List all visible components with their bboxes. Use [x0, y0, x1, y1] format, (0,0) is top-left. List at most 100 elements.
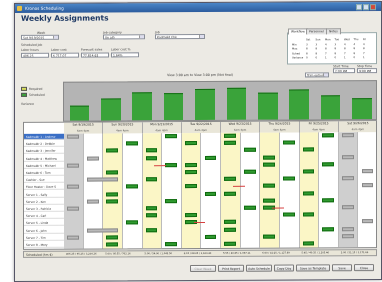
shift-block[interactable]: [224, 176, 236, 182]
day-header[interactable]: Sat 9/26/2015 4am 4pm: [338, 121, 377, 133]
shift-block[interactable]: [86, 156, 99, 161]
shift-block[interactable]: [165, 198, 178, 203]
maximize-button[interactable]: [363, 3, 369, 10]
shift-block[interactable]: [67, 185, 79, 190]
employee-row-label[interactable]: Kadmaldr 5 - Michael: [24, 162, 64, 169]
day-header[interactable]: Thu 9/24/2015 4am 4pm: [260, 121, 300, 133]
chevron-down-icon[interactable]: [53, 35, 58, 39]
save-template-button[interactable]: Save as Template: [296, 264, 330, 272]
day-column[interactable]: [260, 132, 280, 248]
save-button[interactable]: Save: [332, 264, 352, 272]
shift-block[interactable]: [184, 162, 197, 167]
employee-row-label[interactable]: Kadmaldr 4 - Matthew: [24, 155, 64, 162]
shift-block[interactable]: [361, 169, 374, 174]
day-column[interactable]: [64, 133, 84, 249]
employee-row-label[interactable]: Kadmaldr 1 - Andrew: [24, 133, 64, 140]
employee-row-label[interactable]: Server 4 - Carl: [24, 212, 64, 220]
tab-notes[interactable]: Notes: [326, 28, 341, 35]
shift-block[interactable]: [204, 155, 217, 160]
trim-options-select[interactable]: Trim options: [305, 72, 329, 78]
shift-block[interactable]: [145, 206, 158, 211]
shift-block[interactable]: [145, 227, 158, 232]
day-column[interactable]: [358, 132, 377, 248]
shift-block[interactable]: [341, 133, 354, 138]
shift-block[interactable]: [302, 147, 315, 152]
print-report-button[interactable]: Print Report: [218, 264, 244, 272]
shift-block[interactable]: [224, 241, 236, 246]
shift-block[interactable]: [145, 155, 158, 160]
shift-block[interactable]: [322, 226, 335, 231]
shift-block[interactable]: [263, 234, 276, 239]
start-time-field[interactable]: 2:00 PM: [333, 68, 355, 74]
shift-block[interactable]: [224, 133, 236, 138]
tab-workflow[interactable]: Workflow: [288, 28, 308, 35]
shift-block[interactable]: [67, 134, 79, 139]
copy-day-button[interactable]: Copy Day: [274, 264, 294, 272]
day-header[interactable]: Fri 9/25/2015 4am 4pm: [299, 121, 339, 133]
shift-block[interactable]: [126, 220, 138, 225]
day-header[interactable]: Wed 9/23/2015 4am 4pm: [221, 121, 261, 133]
job-select[interactable]: Kadmald Chk: [155, 33, 205, 40]
shift-block[interactable]: [302, 241, 315, 246]
tab-personnel[interactable]: Personnel: [306, 28, 327, 35]
shift-block[interactable]: [126, 184, 138, 189]
shift-block[interactable]: [106, 242, 119, 247]
shift-block[interactable]: [67, 206, 79, 211]
day-column[interactable]: [162, 133, 182, 249]
employee-row-label[interactable]: Floor Heater - Dave S: [24, 184, 64, 191]
employee-row-label[interactable]: Cashier - Sue: [24, 176, 64, 184]
shift-block[interactable]: [341, 205, 354, 210]
shift-block[interactable]: [361, 183, 374, 188]
shift-block[interactable]: [243, 148, 256, 153]
day-header[interactable]: Sun 9/20/2015 4am 4pm: [103, 122, 143, 134]
shift-block[interactable]: [341, 226, 354, 231]
employee-row-label[interactable]: Server 7 - Tim: [24, 234, 64, 241]
day-column[interactable]: [122, 133, 143, 249]
close-window-button[interactable]: [370, 3, 376, 10]
shift-block[interactable]: [302, 169, 315, 174]
shift-block[interactable]: [165, 162, 178, 167]
stop-time-field[interactable]: 9:00 PM: [357, 68, 377, 74]
shift-block[interactable]: [302, 212, 315, 217]
day-column[interactable]: [181, 132, 202, 249]
minimize-button[interactable]: [356, 3, 362, 10]
shift-block[interactable]: [283, 140, 295, 145]
chevron-down-icon[interactable]: [199, 34, 204, 38]
shift-block[interactable]: [224, 140, 236, 146]
shift-block[interactable]: [302, 190, 315, 196]
shift-block[interactable]: [165, 242, 178, 247]
shift-block[interactable]: [106, 170, 119, 175]
shift-block[interactable]: [283, 176, 295, 181]
job-category-select[interactable]: (In all): [103, 34, 145, 40]
employee-row-label[interactable]: Server 1 - Sally: [24, 191, 64, 198]
shift-block[interactable]: [341, 233, 354, 239]
employee-row-label[interactable]: Server 8 - Mary: [24, 241, 64, 248]
shift-block[interactable]: [86, 228, 119, 233]
shift-block[interactable]: [224, 220, 236, 225]
employee-row-label[interactable]: Server 6 - John: [24, 227, 64, 234]
shift-block[interactable]: [106, 235, 119, 240]
employee-row-label[interactable]: Kadmaldr 6 - Tom: [24, 169, 64, 176]
close-button[interactable]: Close: [354, 264, 374, 272]
shift-block[interactable]: [263, 183, 276, 189]
employee-row-label[interactable]: Kadmaldr 2 - Debbie: [24, 140, 64, 148]
shift-block[interactable]: [243, 205, 256, 210]
shift-block[interactable]: [322, 133, 335, 138]
shift-block[interactable]: [67, 163, 79, 168]
auto-schedule-button[interactable]: Auto Schedule: [246, 264, 272, 272]
shift-block[interactable]: [106, 148, 119, 153]
shift-block[interactable]: [361, 219, 374, 224]
shift-block[interactable]: [341, 176, 354, 181]
shift-block[interactable]: [322, 198, 335, 203]
week-select[interactable]: Sat 9/19/2015: [21, 34, 59, 40]
shift-block[interactable]: [86, 177, 119, 182]
shift-block[interactable]: [145, 177, 158, 182]
shift-block[interactable]: [184, 213, 197, 218]
schedule-grid[interactable]: Sat 9/19/2015 4am 4pm Sun 9/20/2015 4am 4pm…: [23, 120, 377, 250]
shift-block[interactable]: [145, 148, 158, 153]
shift-block[interactable]: [165, 134, 178, 139]
day-header[interactable]: Mon 9/21/2015 4am 4pm: [142, 122, 182, 134]
shift-block[interactable]: [224, 227, 236, 232]
shift-block[interactable]: [184, 141, 197, 146]
chevron-down-icon[interactable]: [323, 73, 328, 77]
